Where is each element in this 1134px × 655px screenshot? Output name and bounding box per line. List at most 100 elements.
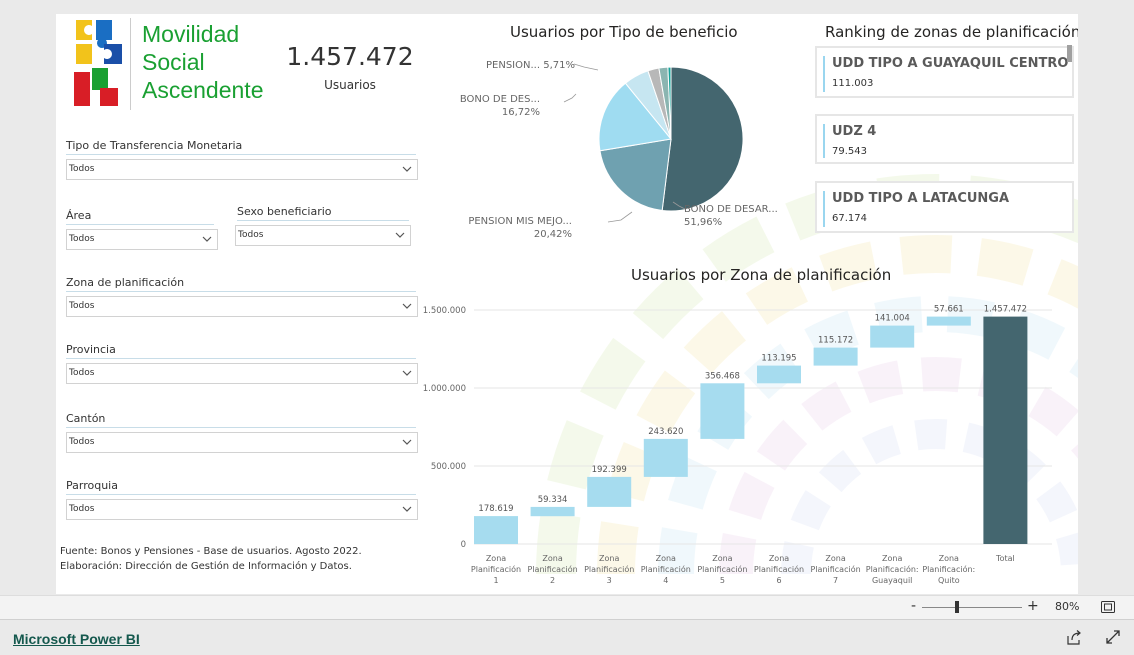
logo-line-3: Ascendente	[142, 77, 264, 103]
pie-slice[interactable]	[599, 138, 672, 212]
fit-to-page-icon[interactable]	[1101, 601, 1115, 613]
pie-chart-title: Usuarios por Tipo de beneficio	[510, 23, 738, 41]
waterfall-bar[interactable]	[643, 438, 688, 477]
waterfall-category-label: Planificación	[641, 564, 691, 574]
waterfall-category-label: 2	[550, 576, 555, 585]
waterfall-bar[interactable]	[530, 506, 575, 517]
zoom-slider[interactable]	[922, 607, 1022, 608]
dropdown-area[interactable]: Todos	[66, 229, 218, 250]
dropdown-zona[interactable]: Todos	[66, 296, 418, 317]
waterfall-category-label: 7	[833, 576, 838, 585]
waterfall-data-label: 243.620	[648, 427, 683, 437]
ranking-card-name: UDD TIPO A LATACUNGA	[832, 191, 1010, 206]
waterfall-y-axis: 1.500.000 1.000.000 500.000 0	[423, 306, 466, 550]
waterfall-chart-title: Usuarios por Zona de planificación	[631, 266, 892, 284]
waterfall-bar[interactable]	[474, 516, 518, 544]
waterfall-chart[interactable]: 1.500.000 1.000.000 500.000 0 178.619 59.…	[416, 294, 1056, 594]
puzzle-pieces-logo	[74, 20, 122, 106]
waterfall-category-label: 5	[720, 576, 725, 585]
ranking-card-2[interactable]: UDZ 4 79.543	[815, 114, 1074, 164]
dropdown-parroquia[interactable]: Todos	[66, 499, 418, 520]
ranking-card-name: UDD TIPO A GUAYAQUIL CENTRO S...	[832, 56, 1070, 71]
waterfall-data-labels: 178.619 59.334 192.399 243.620 356.468 113.19…	[478, 305, 1027, 514]
waterfall-bar[interactable]	[587, 476, 632, 507]
waterfall-category-label: Planificación:	[866, 564, 919, 574]
waterfall-category-label: 6	[776, 576, 781, 585]
waterfall-category-label: Zona	[882, 554, 902, 563]
slicer-title-canton: Cantón	[66, 412, 416, 428]
chevron-down-icon	[395, 232, 405, 238]
ranking-card-1[interactable]: UDD TIPO A GUAYAQUIL CENTRO S... 111.003	[815, 46, 1074, 98]
ranking-scrollbar[interactable]	[1067, 45, 1072, 62]
chevron-down-icon	[402, 439, 412, 445]
pie-chart[interactable]: PENSION... 5,71% BONO DE DES... 16,72% P…	[436, 44, 816, 244]
slicer-title-parroquia: Parroquia	[66, 479, 416, 495]
waterfall-category-label: Planificación	[471, 564, 521, 574]
waterfall-data-label: 113.195	[761, 354, 796, 364]
waterfall-category-label: Zona	[656, 554, 676, 563]
pie-label-pension-mis-name: PENSION MIS MEJO...	[468, 216, 572, 227]
zoom-percentage: 80%	[1055, 600, 1080, 613]
waterfall-category-label: Total	[995, 554, 1015, 563]
logo-title: Movilidad Social Ascendente	[142, 20, 263, 104]
powerbi-viewer: Movilidad Social Ascendente 1.457.472 Us…	[0, 0, 1134, 655]
y-tick-500000: 500.000	[431, 462, 466, 472]
pie-slice[interactable]	[661, 66, 744, 212]
ranking-card-name: UDZ 4	[832, 124, 877, 139]
ranking-card-value: 111.003	[832, 78, 874, 89]
waterfall-category-label: 3	[607, 576, 612, 585]
pie-label-bono-desar-name: BONO DE DESAR...	[684, 204, 778, 215]
waterfall-category-label: Zona	[486, 554, 506, 563]
waterfall-category-label: Planificación	[697, 564, 747, 574]
waterfall-bar[interactable]	[870, 325, 915, 348]
chevron-down-icon	[402, 370, 412, 376]
slicer-title-sexo: Sexo beneficiario	[237, 205, 409, 221]
waterfall-category-label: 4	[663, 576, 668, 585]
waterfall-category-label: Planificación	[811, 564, 861, 574]
ranking-title: Ranking de zonas de planificación	[825, 23, 1078, 41]
waterfall-data-label: 192.399	[592, 465, 627, 475]
waterfall-category-label: Guayaquil	[872, 576, 912, 585]
zoom-out-button[interactable]: -	[911, 598, 916, 614]
waterfall-data-label: 178.619	[478, 504, 513, 514]
zoom-slider-thumb[interactable]	[955, 601, 959, 613]
kpi-usuarios-value: 1.457.472	[286, 42, 414, 71]
waterfall-category-label: Zona	[712, 554, 732, 563]
share-icon[interactable]	[1067, 630, 1082, 645]
pie-label-pension-mis-pct: 20,42%	[534, 229, 572, 240]
dropdown-canton[interactable]: Todos	[66, 432, 418, 453]
footer-bar: Microsoft Power BI	[0, 619, 1134, 655]
chevron-down-icon	[202, 236, 212, 242]
source-line-1: Fuente: Bonos y Pensiones - Base de usua…	[60, 546, 362, 557]
pie-slices	[598, 66, 744, 212]
chevron-down-icon	[402, 506, 412, 512]
waterfall-bar[interactable]	[757, 365, 801, 384]
ranking-card-3[interactable]: UDD TIPO A LATACUNGA 67.174	[815, 181, 1074, 233]
waterfall-bar[interactable]	[926, 316, 971, 326]
waterfall-data-label: 57.661	[934, 305, 964, 315]
waterfall-data-label: 1.457.472	[984, 305, 1027, 315]
waterfall-category-labels: ZonaPlanificación1ZonaPlanificación2Zona…	[471, 554, 1015, 585]
waterfall-data-label: 356.468	[705, 371, 740, 381]
kpi-usuarios-label: Usuarios	[324, 78, 376, 92]
status-bar: - + 80%	[0, 595, 1134, 619]
fullscreen-icon[interactable]	[1106, 630, 1120, 644]
waterfall-bar[interactable]	[700, 383, 745, 439]
card-accent-bar	[823, 191, 825, 227]
waterfall-bar[interactable]	[983, 316, 1028, 544]
waterfall-data-label: 59.334	[538, 495, 568, 505]
chevron-down-icon	[402, 166, 412, 172]
waterfall-category-label: Zona	[769, 554, 789, 563]
waterfall-category-label: Zona	[825, 554, 845, 563]
zoom-in-button[interactable]: +	[1027, 598, 1039, 614]
pie-label-pension: PENSION... 5,71%	[486, 60, 575, 71]
pie-label-bono-des-pct: 16,72%	[502, 107, 540, 118]
slicer-title-provincia: Provincia	[66, 343, 416, 359]
power-bi-link[interactable]: Microsoft Power BI	[13, 631, 140, 647]
dropdown-tipo-transferencia[interactable]: Todos	[66, 159, 418, 180]
dropdown-sexo[interactable]: Todos	[235, 225, 411, 246]
dropdown-provincia[interactable]: Todos	[66, 363, 418, 384]
chevron-down-icon	[402, 303, 412, 309]
waterfall-bar[interactable]	[813, 347, 858, 366]
y-tick-0: 0	[461, 540, 466, 550]
